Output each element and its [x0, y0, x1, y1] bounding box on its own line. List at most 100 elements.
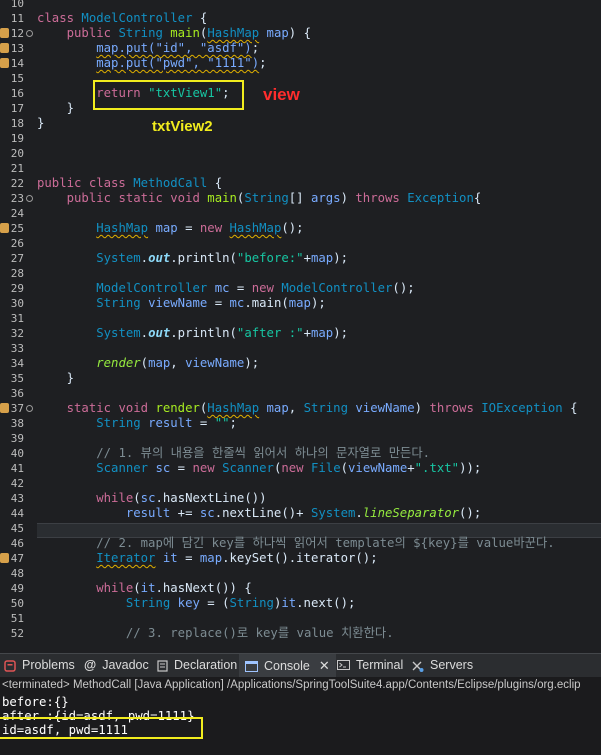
line-number: 38 [10, 417, 24, 430]
code-line: 26 [0, 236, 601, 251]
code-line: 10 [0, 0, 601, 11]
code-text: public String main(HashMap map) { [66, 26, 311, 40]
code-text: while(sc.hasNextLine()) [96, 491, 267, 505]
code-line: 38 String result = ""; [0, 416, 601, 431]
code-line: 12 public String main(HashMap map) { [0, 26, 601, 41]
line-number: 51 [10, 612, 24, 625]
line-number: 46 [10, 537, 24, 550]
code-line: 48 [0, 566, 601, 581]
line-number: 17 [10, 102, 24, 115]
line-number: 25 [10, 222, 24, 235]
code-text: render(map, viewName); [96, 356, 260, 370]
tab-terminal[interactable]: Terminal [337, 654, 403, 677]
console-output-area[interactable]: <terminated> MethodCall [Java Applicatio… [0, 677, 601, 755]
code-text: String key = (String)it.next(); [125, 596, 356, 610]
code-text: String viewName = mc.main(map); [96, 296, 326, 310]
line-number: 26 [10, 237, 24, 250]
code-line: 47 Iterator it = map.keySet().iterator()… [0, 551, 601, 566]
code-line: 16 return "txtView1"; [0, 86, 601, 101]
code-line: 21 [0, 161, 601, 176]
line-number: 32 [10, 327, 24, 340]
tab-declaration[interactable]: Declaration [157, 654, 237, 677]
code-line: 45 [0, 521, 601, 536]
line-number: 13 [10, 42, 24, 55]
console-status: <terminated> MethodCall [Java Applicatio… [2, 679, 581, 691]
line-number: 12 [10, 27, 24, 40]
line-number: 48 [10, 567, 24, 580]
line-number: 31 [10, 312, 24, 325]
declaration-icon [157, 660, 168, 672]
code-line: 30 String viewName = mc.main(map); [0, 296, 601, 311]
line-number: 28 [10, 267, 24, 280]
line-number: 52 [10, 627, 24, 640]
line-number: 39 [10, 432, 24, 445]
code-line: 17 } [0, 101, 601, 116]
code-line: 43 while(sc.hasNextLine()) [0, 491, 601, 506]
close-icon[interactable]: ✕ [319, 658, 330, 673]
code-line: 39 [0, 431, 601, 446]
line-number: 22 [10, 177, 24, 190]
code-line: 14 map.put("pwd", "1111"); [0, 56, 601, 71]
code-text: HashMap map = new HashMap(); [96, 221, 304, 235]
code-text: while(it.hasNext()) { [96, 581, 252, 595]
code-text: class ModelController { [37, 11, 208, 25]
code-text: // 1. 뷰의 내용을 한줄씩 읽어서 하나의 문자열로 만든다. [96, 446, 431, 460]
code-line: 33 [0, 341, 601, 356]
line-number: 11 [10, 12, 24, 25]
code-line: 23 public static void main(String[] args… [0, 191, 601, 206]
tab-label: Servers [430, 658, 474, 672]
tab-label: Console [264, 659, 310, 673]
line-number: 44 [10, 507, 24, 520]
code-line: 52 // 3. replace()로 key를 value 치환한다. [0, 626, 601, 641]
line-number: 30 [10, 297, 24, 310]
code-line: 51 [0, 611, 601, 626]
line-number: 29 [10, 282, 24, 295]
annotation-box-output [0, 717, 203, 739]
code-text: static void render(HashMap map, String v… [66, 401, 578, 415]
code-line: 24 [0, 206, 601, 221]
panel-tab-bar: Problems @ Javadoc Declaration Console ✕ T… [0, 653, 601, 677]
tab-javadoc[interactable]: @ Javadoc [84, 654, 149, 677]
fold-toggle-icon[interactable] [26, 30, 33, 37]
tab-label: Javadoc [102, 658, 149, 672]
code-line: 42 [0, 476, 601, 491]
code-line: 31 [0, 311, 601, 326]
code-text: } [37, 116, 45, 130]
line-number: 23 [10, 192, 24, 205]
annotation-txtview2-label: txtView2 [152, 118, 213, 135]
code-line: 11 class ModelController { [0, 11, 601, 26]
line-number: 40 [10, 447, 24, 460]
code-editor[interactable]: 10 11 class ModelController {12 public Str… [0, 0, 601, 652]
code-text: // 3. replace()로 key를 value 치환한다. [125, 626, 394, 640]
code-line: 20 [0, 146, 601, 161]
line-number: 16 [10, 87, 24, 100]
tab-console[interactable]: Console ✕ [239, 654, 336, 677]
code-text: map.put("pwd", "1111"); [96, 56, 267, 70]
code-text: public class MethodCall { [37, 176, 223, 190]
code-line: 22 public class MethodCall { [0, 176, 601, 191]
line-number: 27 [10, 252, 24, 265]
code-text: map.put("id", "asdf"); [96, 41, 260, 55]
line-number: 35 [10, 372, 24, 385]
line-number: 49 [10, 582, 24, 595]
tab-servers[interactable]: Servers [411, 654, 473, 677]
code-line: 13 map.put("id", "asdf"); [0, 41, 601, 56]
code-text: Iterator it = map.keySet().iterator(); [96, 551, 378, 565]
code-text: result += sc.nextLine()+ System.lineSepa… [125, 506, 482, 520]
line-number: 18 [10, 117, 24, 130]
code-line: 29 ModelController mc = new ModelControl… [0, 281, 601, 296]
fold-toggle-icon[interactable] [26, 195, 33, 202]
line-number: 33 [10, 342, 24, 355]
line-number: 19 [10, 132, 24, 145]
annotation-view-label: view [263, 85, 300, 104]
code-line: 34 render(map, viewName); [0, 356, 601, 371]
tab-label: Problems [22, 658, 75, 672]
annotation-box-return [93, 80, 244, 110]
servers-icon [412, 661, 424, 672]
code-line: 35 } [0, 371, 601, 386]
fold-toggle-icon[interactable] [26, 405, 33, 412]
line-number: 41 [10, 462, 24, 475]
code-text: System.out.println("before:"+map); [96, 251, 348, 265]
line-number: 34 [10, 357, 24, 370]
tab-problems[interactable]: Problems [4, 654, 75, 677]
